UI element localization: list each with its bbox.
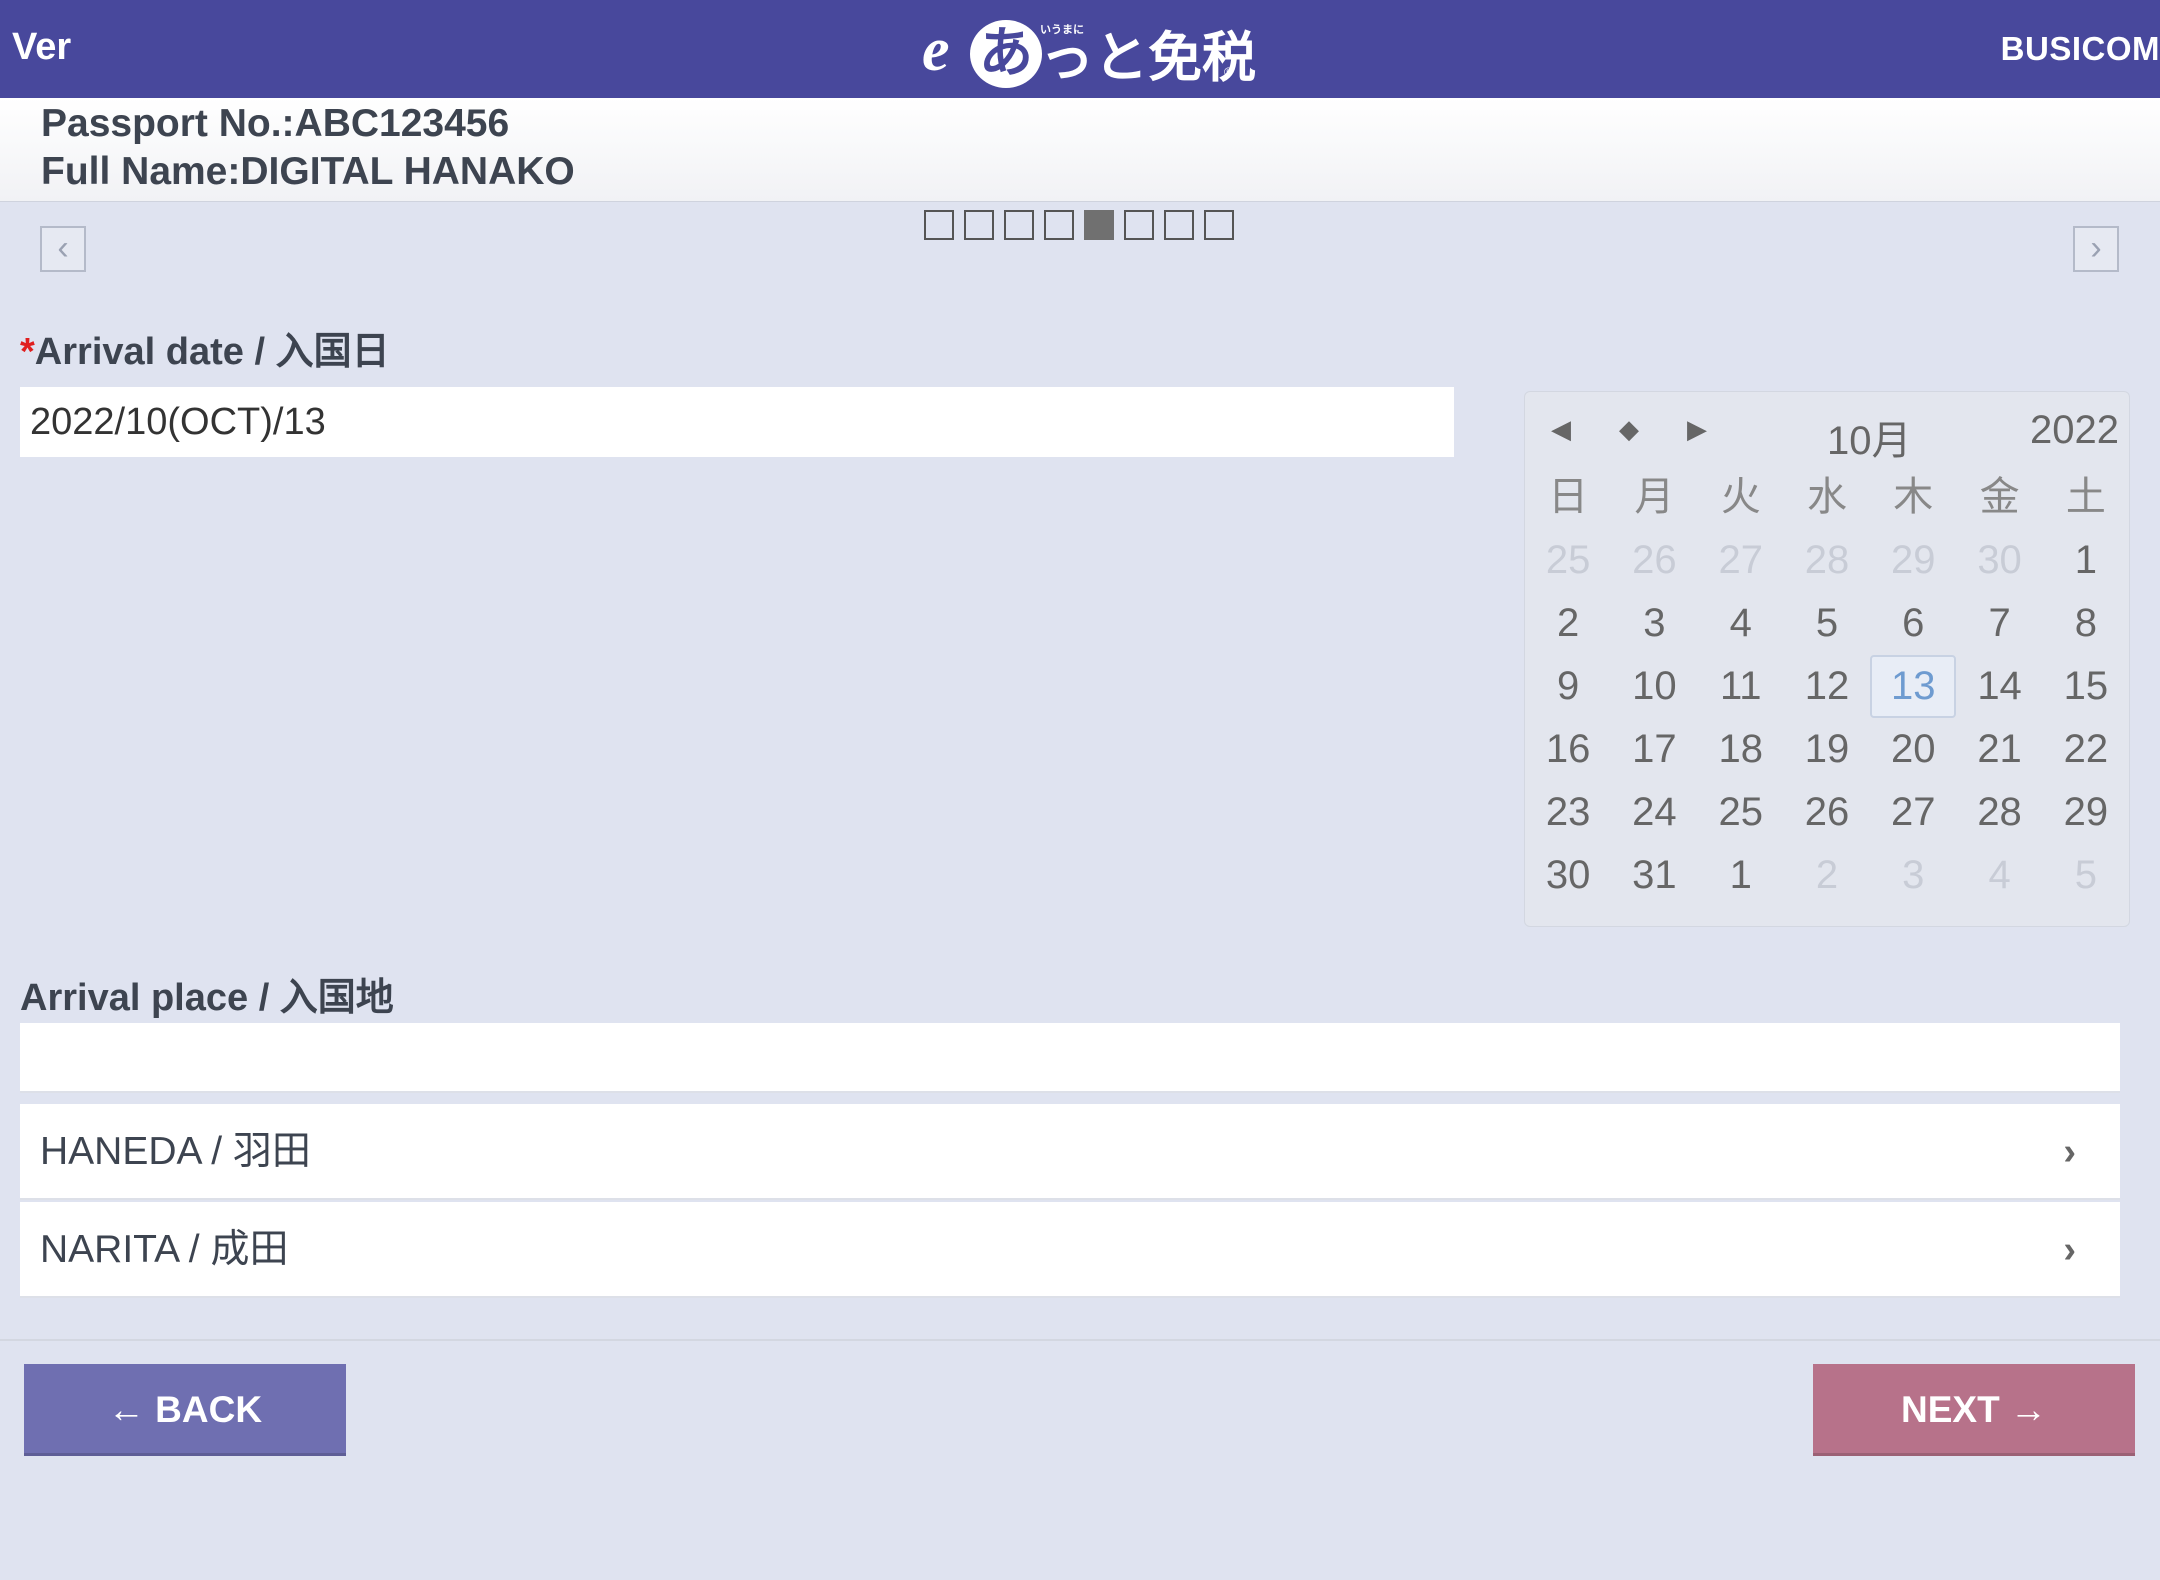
arrival-date-label-text: Arrival date / 入国日 — [34, 331, 390, 373]
calendar-day[interactable]: 20 — [1870, 718, 1956, 781]
calendar-day[interactable]: 29 — [1870, 529, 1956, 592]
required-mark: * — [20, 331, 35, 373]
step-dot — [1004, 210, 1034, 240]
version-label: Ver — [12, 26, 72, 68]
calendar-day[interactable]: 26 — [1784, 781, 1870, 844]
step-dot — [1164, 210, 1194, 240]
calendar-day[interactable]: 4 — [1956, 844, 2042, 907]
calendar-day[interactable]: 2 — [1784, 844, 1870, 907]
step-dot — [924, 210, 954, 240]
logo-e: e — [922, 16, 950, 84]
today-button[interactable]: ◆ — [1619, 414, 1639, 444]
calendar-day[interactable]: 22 — [2043, 718, 2129, 781]
app-logo: e あ いうまに っと免税 ® — [922, 14, 1256, 88]
calendar-day[interactable]: 17 — [1611, 718, 1697, 781]
step-dot — [964, 210, 994, 240]
calendar-day[interactable]: 28 — [1956, 781, 2042, 844]
calendar-day[interactable]: 24 — [1611, 781, 1697, 844]
next-button[interactable]: NEXT → — [1813, 1364, 2135, 1456]
place-option-label: NARITA / 成田 — [40, 1228, 289, 1271]
calendar-weekday: 日 — [1548, 475, 1589, 519]
arrival-place-label: Arrival place / 入国地 — [20, 977, 394, 1019]
calendar-day[interactable]: 4 — [1698, 592, 1784, 655]
calendar-day-selected[interactable]: 13 — [1870, 655, 1957, 718]
step-dot — [1204, 210, 1234, 240]
place-option-label: HANEDA / 羽田 — [40, 1130, 311, 1173]
step-dot — [1124, 210, 1154, 240]
calendar-day[interactable]: 28 — [1784, 529, 1870, 592]
passport-number: Passport No.:ABC123456 — [41, 102, 510, 145]
place-option-narita[interactable]: NARITA / 成田 › — [20, 1202, 2120, 1298]
calendar-day[interactable]: 23 — [1525, 781, 1611, 844]
step-dot-current — [1084, 210, 1114, 240]
logo-text: っと免税 — [1040, 28, 1256, 88]
traveler-info: Passport No.:ABC123456 Full Name:DIGITAL… — [0, 98, 2160, 202]
calendar-weekday: 月 — [1634, 475, 1675, 519]
calendar-day[interactable]: 21 — [1956, 718, 2042, 781]
calendar-year: 2022 — [2030, 408, 2119, 452]
calendar-day[interactable]: 2 — [1525, 592, 1611, 655]
calendar-day[interactable]: 15 — [2043, 655, 2129, 718]
calendar-day[interactable]: 19 — [1784, 718, 1870, 781]
calendar-weekday: 金 — [1979, 475, 2020, 519]
calendar-day[interactable]: 18 — [1698, 718, 1784, 781]
calendar-weekday: 木 — [1893, 475, 1934, 519]
arrival-date-label: *Arrival date / 入国日 — [20, 320, 390, 375]
arrival-date-input[interactable]: 2022/10(OCT)/13 — [20, 387, 1454, 457]
app-header: Ver e あ いうまに っと免税 ® BUSICOM — [0, 0, 2160, 98]
logo-registered-mark: ® — [1224, 65, 1233, 79]
prev-month-button[interactable]: ◀ — [1551, 414, 1571, 444]
calendar-day[interactable]: 5 — [2043, 844, 2129, 907]
calendar-day[interactable]: 10 — [1611, 655, 1697, 718]
calendar-day[interactable]: 8 — [2043, 592, 2129, 655]
footer-divider — [0, 1339, 2160, 1341]
calendar-day[interactable]: 5 — [1784, 592, 1870, 655]
calendar-grid: 日月火水木金土 25 26 27 28 29 30 1 2 3 4 5 6 7 8 9 10 11 12 13 14 15… — [1525, 466, 2129, 907]
calendar-day[interactable]: 1 — [2043, 529, 2129, 592]
chevron-right-icon: › — [2063, 1131, 2076, 1173]
full-name: Full Name:DIGITAL HANAKO — [41, 150, 575, 193]
prev-page-button[interactable]: ‹ — [40, 226, 86, 272]
calendar-month: 10月 — [1827, 419, 1912, 463]
calendar-day[interactable]: 14 — [1956, 655, 2042, 718]
calendar-day[interactable]: 3 — [1870, 844, 1956, 907]
calendar-day[interactable]: 6 — [1870, 592, 1956, 655]
calendar-day[interactable]: 9 — [1525, 655, 1611, 718]
next-page-button[interactable]: › — [2073, 226, 2119, 272]
chevron-right-icon: › — [2090, 229, 2102, 267]
step-indicator — [924, 210, 1234, 240]
next-month-button[interactable]: ▶ — [1687, 414, 1707, 444]
calendar-weekday: 土 — [2065, 475, 2106, 519]
back-button[interactable]: ← BACK — [24, 1364, 346, 1456]
calendar-weekday: 火 — [1720, 475, 1761, 519]
calendar-day[interactable]: 29 — [2043, 781, 2129, 844]
calendar-day[interactable]: 26 — [1611, 529, 1697, 592]
calendar-day[interactable]: 7 — [1956, 592, 2042, 655]
calendar-day[interactable]: 11 — [1698, 655, 1784, 718]
chevron-left-icon: ‹ — [57, 229, 69, 267]
calendar-day[interactable]: 30 — [1525, 844, 1611, 907]
calendar-day[interactable]: 1 — [1698, 844, 1784, 907]
calendar-day[interactable]: 27 — [1698, 529, 1784, 592]
calendar-day[interactable]: 3 — [1611, 592, 1697, 655]
step-dot — [1044, 210, 1074, 240]
logo-a: あ — [970, 20, 1042, 88]
calendar-header: ◀ ◆ ▶ 10月 2022 — [1525, 392, 2129, 463]
calendar-weekday: 水 — [1806, 475, 1847, 519]
calendar-day[interactable]: 30 — [1956, 529, 2042, 592]
calendar-day[interactable]: 16 — [1525, 718, 1611, 781]
calendar-day[interactable]: 25 — [1525, 529, 1611, 592]
calendar-day[interactable]: 12 — [1784, 655, 1870, 718]
arrival-place-input[interactable] — [20, 1023, 2120, 1093]
chevron-right-icon: › — [2063, 1229, 2076, 1271]
calendar-day[interactable]: 25 — [1698, 781, 1784, 844]
date-picker-calendar: ◀ ◆ ▶ 10月 2022 日月火水木金土 25 26 27 28 29 30 1 2 3 4 5 6… — [1524, 391, 2130, 927]
brand-name: BUSICOM — [2000, 30, 2160, 67]
place-option-haneda[interactable]: HANEDA / 羽田 › — [20, 1104, 2120, 1200]
calendar-day[interactable]: 31 — [1611, 844, 1697, 907]
calendar-day[interactable]: 27 — [1870, 781, 1956, 844]
